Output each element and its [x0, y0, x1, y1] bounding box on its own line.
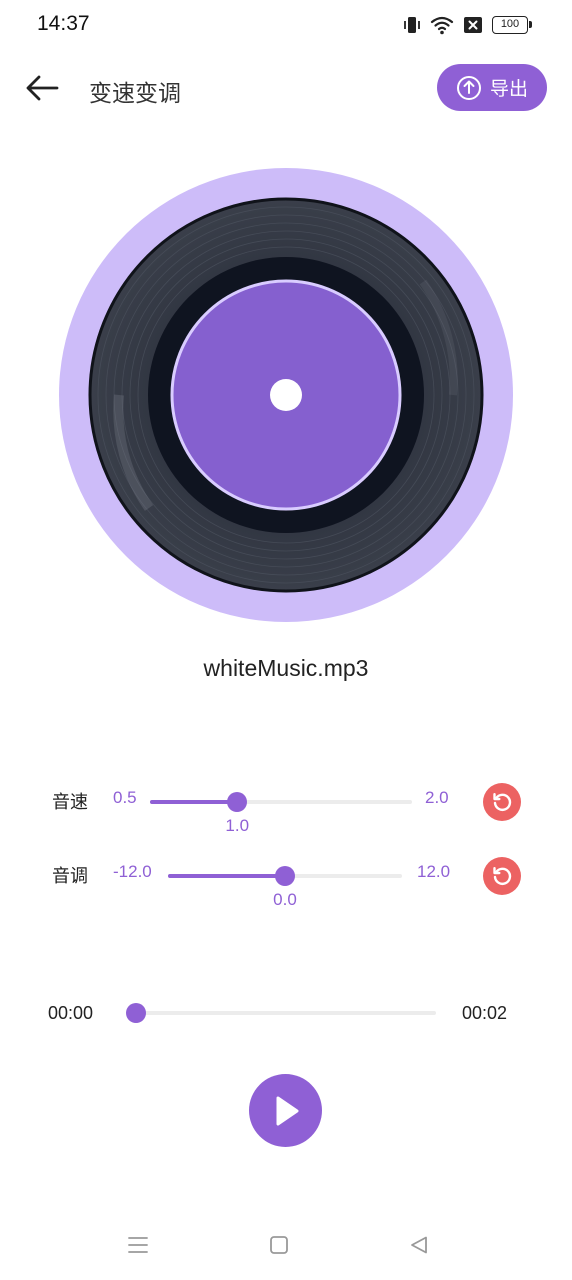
nav-back-button[interactable]	[405, 1232, 433, 1258]
status-icons: 100	[403, 14, 532, 36]
play-button[interactable]	[249, 1074, 322, 1147]
pitch-min: -12.0	[113, 862, 152, 881]
speed-label: 音速	[52, 792, 88, 813]
no-sim-icon	[464, 17, 482, 33]
speed-value: 1.0	[225, 816, 250, 835]
file-name: whiteMusic.mp3	[203, 655, 369, 681]
speed-reset-button[interactable]	[483, 783, 521, 821]
speed-slider-fill	[150, 800, 238, 804]
pitch-reset-button[interactable]	[483, 857, 521, 895]
back-arrow-icon	[26, 75, 59, 101]
vinyl-record	[59, 168, 513, 622]
speed-max: 2.0	[425, 788, 449, 807]
pitch-value: 0.0	[273, 890, 297, 909]
app-bar: 变速变调 导出	[0, 60, 572, 118]
playback-seekbar[interactable]	[126, 1003, 436, 1023]
record-spindle-hole	[270, 379, 302, 411]
nav-menu-button[interactable]	[124, 1232, 152, 1258]
speed-slider-thumb[interactable]	[227, 792, 248, 812]
system-nav-bar	[0, 1220, 572, 1270]
battery-icon: 100	[492, 16, 532, 34]
pitch-slider-fill	[168, 874, 285, 878]
reset-icon	[493, 867, 512, 886]
home-square-icon	[270, 1236, 288, 1254]
pitch-slider-row: 音调 -12.0 0.0 12.0	[0, 850, 572, 920]
play-icon	[276, 1096, 298, 1125]
playback-seekbar-thumb[interactable]	[126, 1003, 146, 1023]
speed-min: 0.5	[113, 788, 137, 807]
export-label: 导出	[489, 78, 528, 100]
reset-icon	[493, 793, 512, 812]
pitch-slider-thumb[interactable]	[275, 866, 295, 886]
nav-home-button[interactable]	[265, 1232, 293, 1258]
export-button[interactable]: 导出	[437, 64, 547, 111]
back-button[interactable]	[22, 70, 62, 106]
speed-slider[interactable]	[150, 792, 412, 812]
status-time: 14:37	[37, 12, 90, 35]
status-bar: 14:37 100	[0, 0, 572, 52]
speed-slider-row: 音速 0.5 1.0 2.0	[0, 776, 572, 846]
wifi-icon	[430, 16, 454, 35]
menu-icon	[128, 1237, 148, 1253]
pitch-label: 音调	[52, 866, 88, 887]
current-time: 00:00	[48, 1003, 94, 1023]
page-title: 变速变调	[89, 81, 181, 107]
playback-progress-row: 00:00 00:02	[0, 995, 572, 1035]
upload-icon	[456, 75, 481, 100]
pitch-slider[interactable]	[168, 866, 402, 886]
back-triangle-icon	[411, 1236, 427, 1254]
pitch-max: 12.0	[417, 862, 451, 881]
total-time: 00:02	[462, 1003, 508, 1023]
vibrate-icon	[404, 17, 420, 33]
